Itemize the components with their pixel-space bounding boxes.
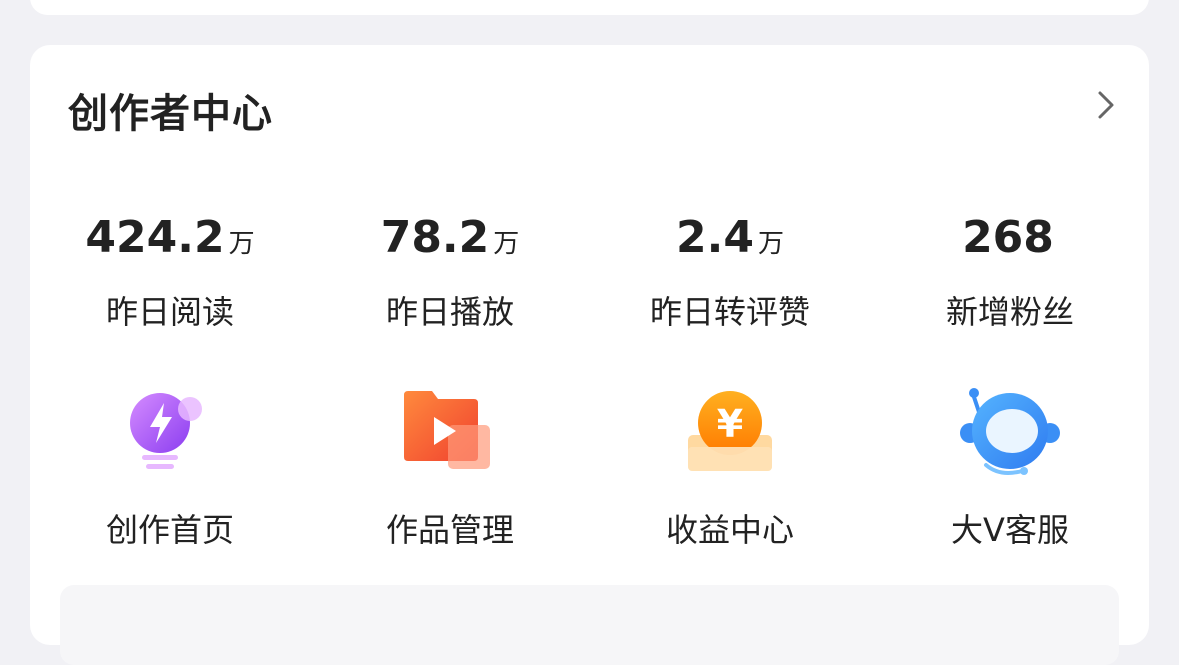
stat-label: 昨日转评赞	[649, 293, 810, 331]
previous-card	[30, 0, 1149, 15]
stat-unit: 万	[757, 229, 784, 259]
stat-new-followers[interactable]: 268 新增粉丝	[870, 207, 1150, 333]
tool-label: 收益中心	[665, 511, 794, 549]
tool-vip-support[interactable]: 大V客服	[870, 385, 1150, 551]
stat-value: 424.2	[85, 212, 225, 263]
lightbulb-icon	[130, 393, 202, 469]
stat-yesterday-reads[interactable]: 424.2 万 昨日阅读	[30, 207, 310, 333]
yuan-coin-icon: ¥	[688, 391, 772, 471]
stat-yesterday-engagement[interactable]: 2.4 万 昨日转评赞	[590, 207, 870, 333]
bottom-panel	[60, 585, 1119, 665]
tool-creation-home[interactable]: 创作首页	[30, 385, 310, 551]
chevron-right-icon[interactable]	[1092, 90, 1118, 120]
headset-robot-icon	[960, 388, 1060, 475]
stats-row: 424.2 万 昨日阅读 78.2 万 昨日播放 2.4 万 昨日转评赞 268 新增…	[30, 207, 1149, 337]
svg-text:¥: ¥	[717, 402, 743, 446]
tool-works-management[interactable]: 作品管理	[310, 385, 590, 551]
stat-label: 昨日播放	[385, 293, 514, 331]
tool-label: 作品管理	[385, 511, 514, 549]
tools-row: 创作首页 作品管理 ¥ 收益中心 大V客服	[30, 385, 1149, 555]
card-title: 创作者中心	[68, 91, 273, 137]
stat-yesterday-plays[interactable]: 78.2 万 昨日播放	[310, 207, 590, 333]
stat-value: 268	[962, 212, 1054, 263]
tool-revenue-center[interactable]: ¥ 收益中心	[590, 385, 870, 551]
stat-unit: 万	[228, 229, 255, 259]
stat-value: 2.4	[676, 212, 754, 263]
tool-label: 创作首页	[105, 511, 234, 549]
stat-label: 昨日阅读	[105, 293, 234, 331]
tool-label: 大V客服	[951, 511, 1069, 549]
stat-unit: 万	[493, 229, 520, 259]
creator-center-card: 创作者中心 424.2 万 昨日阅读 78.2 万 昨日播放 2.4 万 昨日转评赞 …	[30, 45, 1149, 645]
stat-label: 新增粉丝	[945, 293, 1074, 331]
video-folder-icon	[404, 391, 490, 469]
stat-value: 78.2	[380, 212, 490, 263]
